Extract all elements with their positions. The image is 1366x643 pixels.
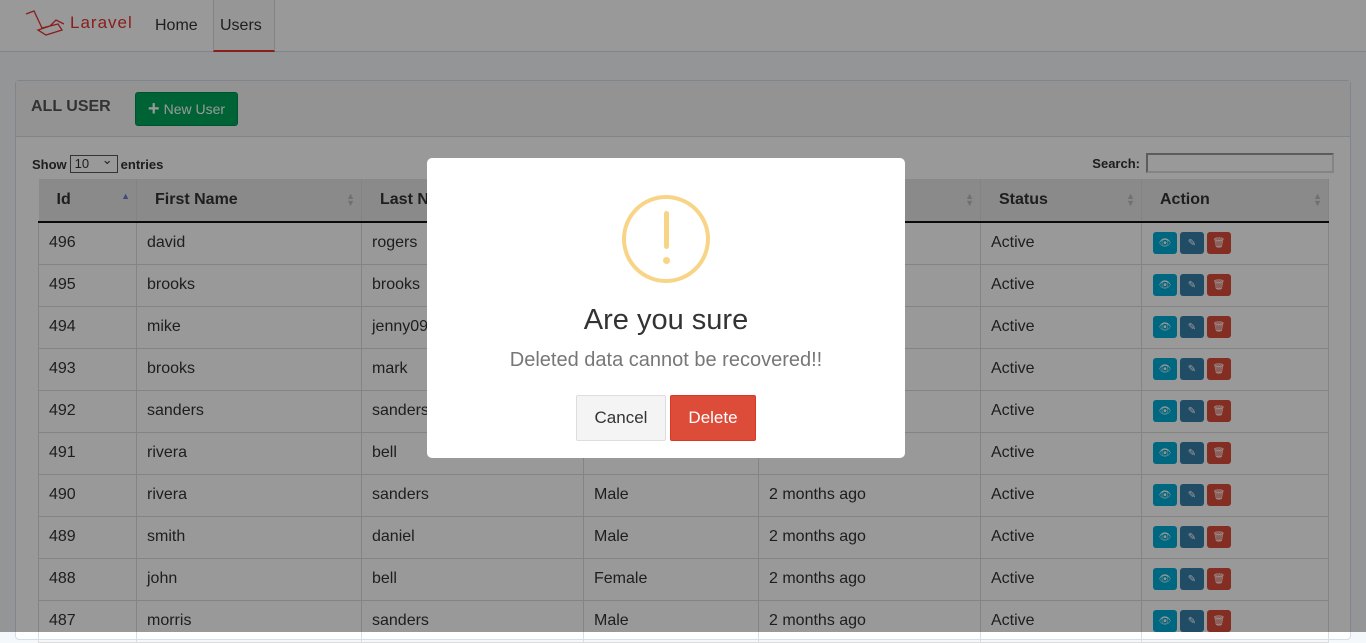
delete-button[interactable]: Delete xyxy=(670,395,756,441)
cancel-button[interactable]: Cancel xyxy=(576,395,666,441)
confirm-dialog: Are you sure Deleted data cannot be reco… xyxy=(427,158,905,458)
warning-icon xyxy=(622,195,710,283)
dialog-text: Deleted data cannot be recovered!! xyxy=(509,349,823,371)
dialog-title: Are you sure xyxy=(583,304,749,336)
